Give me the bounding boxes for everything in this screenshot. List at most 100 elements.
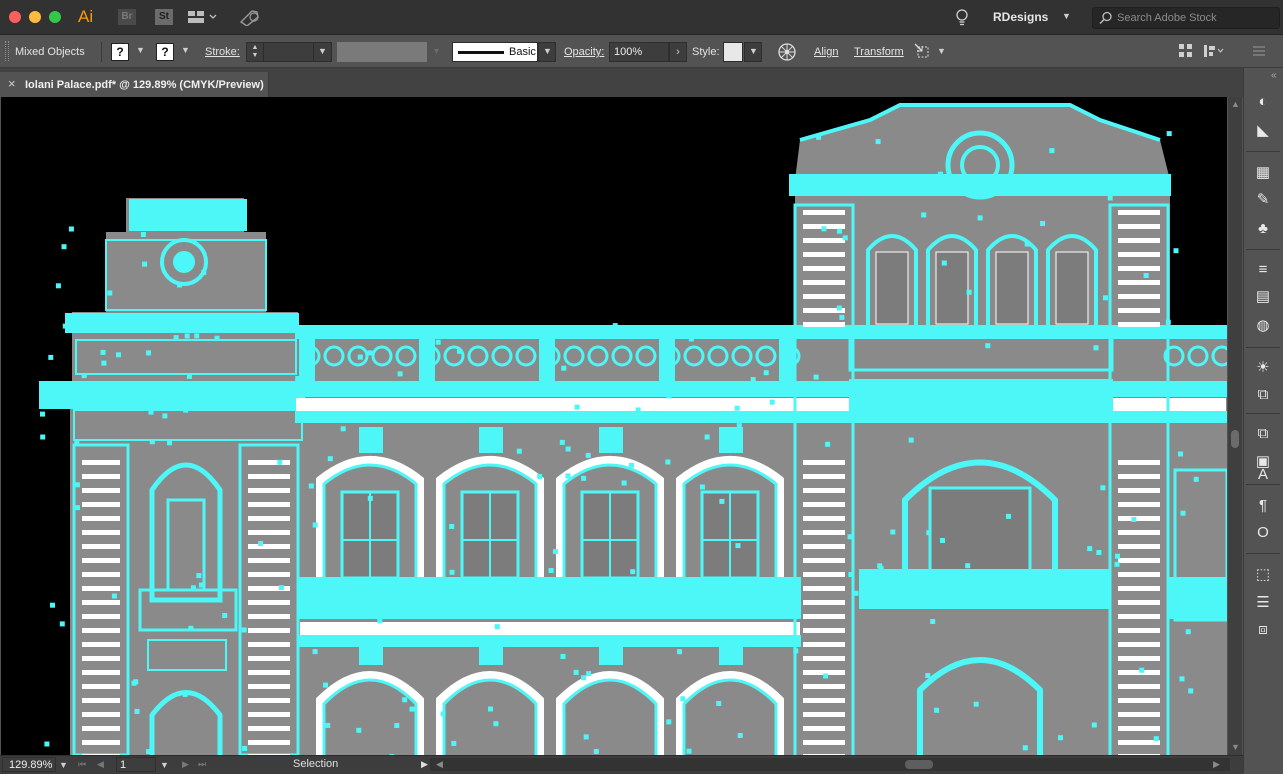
stroke-color-dropdown-icon[interactable]: ▼ bbox=[181, 45, 190, 55]
graphic-styles-icon[interactable]: ⧉ bbox=[1251, 385, 1275, 405]
swatches-icon[interactable]: ▦ bbox=[1251, 163, 1275, 183]
arrange-button[interactable] bbox=[1204, 44, 1224, 58]
anchor-point bbox=[423, 353, 429, 359]
fill-dropdown-icon[interactable]: ▼ bbox=[136, 45, 145, 55]
anchor-point bbox=[593, 749, 599, 754]
color-icon[interactable]: ◐ bbox=[1251, 92, 1275, 112]
variable-width-profile[interactable] bbox=[337, 42, 427, 62]
close-tab-icon[interactable]: × bbox=[8, 76, 16, 92]
stroke-swatch[interactable]: ? bbox=[156, 43, 174, 61]
transform-panel-link[interactable]: Transform bbox=[854, 43, 904, 61]
tower-window bbox=[1055, 251, 1089, 325]
anchor-point bbox=[451, 740, 457, 746]
scroll-up-icon[interactable]: ▲ bbox=[1231, 99, 1240, 109]
style-dropdown-button[interactable]: ▼ bbox=[744, 42, 762, 62]
pathfinder-icon[interactable]: ⧈ bbox=[1251, 620, 1275, 640]
recolor-artwork-button[interactable] bbox=[777, 42, 797, 62]
transform-options-button[interactable] bbox=[914, 43, 934, 61]
search-adobe-stock-field[interactable]: Search Adobe Stock bbox=[1092, 7, 1280, 29]
align-icon[interactable]: ☰ bbox=[1251, 593, 1275, 613]
align-to-grid-button[interactable] bbox=[1179, 44, 1193, 58]
brush-definition-field[interactable]: Basic bbox=[452, 42, 538, 62]
anchor-point bbox=[940, 538, 945, 543]
lightbulb-icon bbox=[956, 9, 968, 26]
layers-icon[interactable]: ⧉ bbox=[1251, 424, 1275, 444]
scroll-down-icon[interactable]: ▼ bbox=[1231, 742, 1240, 752]
last-artboard-button[interactable]: ⏭ bbox=[198, 757, 206, 771]
stroke-icon[interactable]: ≡ bbox=[1251, 260, 1275, 280]
brushes-icon[interactable]: ✎ bbox=[1251, 190, 1275, 210]
zoom-window-button[interactable] bbox=[49, 11, 61, 23]
transparency-icon[interactable]: ◍ bbox=[1251, 316, 1275, 336]
opacity-field[interactable]: 100% bbox=[609, 42, 669, 62]
previous-artboard-button[interactable]: ◀ bbox=[97, 757, 104, 771]
symbols-icon[interactable]: ♣ bbox=[1251, 219, 1275, 239]
anchor-point bbox=[606, 389, 612, 395]
status-menu-arrow-icon[interactable]: ▶ bbox=[421, 757, 428, 771]
anchor-point bbox=[325, 722, 331, 728]
close-window-button[interactable] bbox=[9, 11, 21, 23]
zoom-field[interactable]: 129.89% bbox=[2, 757, 56, 772]
horizontal-scroll-thumb[interactable] bbox=[905, 760, 933, 769]
gradient-icon[interactable]: ▤ bbox=[1251, 287, 1275, 307]
transform-icon[interactable]: ⬚ bbox=[1251, 565, 1275, 585]
horizontal-scrollbar[interactable]: ◀ ▶ bbox=[430, 758, 1230, 771]
stroke-weight-field[interactable]: ▲ ▼ ▼ bbox=[246, 42, 332, 62]
color-guide-icon[interactable]: ◣ bbox=[1251, 121, 1275, 141]
character-icon[interactable]: A bbox=[1251, 465, 1275, 485]
rustication-band bbox=[82, 460, 120, 465]
vertical-scrollbar[interactable] bbox=[1228, 97, 1242, 755]
gpu-performance-button[interactable] bbox=[238, 8, 262, 27]
fill-swatch[interactable]: ? bbox=[111, 43, 129, 61]
stroke-panel-link[interactable]: Stroke: bbox=[205, 43, 240, 61]
stock-button[interactable]: St bbox=[155, 9, 173, 25]
chevron-down-icon[interactable]: ▼ bbox=[318, 46, 327, 56]
palace-facade-artwork[interactable] bbox=[1, 97, 1227, 755]
anchor-point bbox=[977, 572, 983, 578]
document-tab[interactable]: × Iolani Palace.pdf* @ 129.89% (CMYK/Pre… bbox=[0, 72, 269, 97]
rustication-band bbox=[1118, 558, 1160, 563]
paragraph-icon[interactable]: ¶ bbox=[1251, 496, 1275, 516]
collapse-panels-icon[interactable]: « bbox=[1271, 70, 1277, 81]
rustication-band bbox=[82, 600, 120, 605]
artboard-dropdown-icon[interactable]: ▼ bbox=[160, 760, 169, 770]
scroll-right-icon[interactable]: ▶ bbox=[1213, 759, 1220, 770]
opentype-icon[interactable]: O bbox=[1251, 523, 1275, 543]
opacity-panel-link[interactable]: Opacity: bbox=[564, 43, 604, 61]
arrange-documents-button[interactable] bbox=[188, 10, 218, 24]
minimize-window-button[interactable] bbox=[29, 11, 41, 23]
current-tool-label: Selection bbox=[293, 758, 339, 770]
anchor-point bbox=[890, 529, 896, 535]
anchor-point bbox=[548, 568, 554, 573]
vertical-scroll-thumb[interactable] bbox=[1231, 430, 1239, 448]
anchor-point bbox=[162, 413, 168, 419]
anchor-point bbox=[977, 215, 983, 221]
bridge-button[interactable]: Br bbox=[118, 9, 136, 25]
anchor-point bbox=[1193, 476, 1199, 482]
anchor-point bbox=[1058, 735, 1063, 741]
next-artboard-button[interactable]: ▶ bbox=[182, 757, 189, 771]
control-bar-menu-button[interactable] bbox=[1253, 45, 1265, 57]
learn-lightbulb-button[interactable] bbox=[953, 8, 971, 26]
anchor-point bbox=[68, 226, 74, 232]
graphic-style-swatch[interactable] bbox=[723, 42, 743, 62]
stepper-icon[interactable]: ▲ ▼ bbox=[249, 44, 261, 60]
rustication-band bbox=[1118, 656, 1160, 661]
workspace-switcher[interactable]: RDesigns bbox=[993, 9, 1048, 25]
anchor-point bbox=[965, 563, 971, 569]
zoom-dropdown-icon[interactable]: ▼ bbox=[59, 760, 68, 770]
brush-dropdown-button[interactable]: ▼ bbox=[538, 42, 556, 62]
first-artboard-button[interactable]: ⏮ bbox=[78, 757, 86, 771]
artboard-number-field[interactable]: 1 bbox=[116, 757, 156, 772]
appearance-icon[interactable]: ☀ bbox=[1251, 358, 1275, 378]
artboard-canvas[interactable] bbox=[1, 97, 1227, 755]
anchor-point bbox=[1172, 333, 1178, 339]
anchor-point bbox=[146, 350, 151, 356]
chevron-down-icon[interactable]: ▼ bbox=[937, 46, 946, 56]
anchor-point bbox=[1139, 667, 1145, 673]
opacity-slider-button[interactable]: › bbox=[669, 42, 687, 62]
control-bar-grip[interactable] bbox=[5, 41, 9, 61]
align-panel-link[interactable]: Align bbox=[814, 43, 838, 61]
scroll-left-icon[interactable]: ◀ bbox=[436, 759, 443, 770]
rustication-band bbox=[1118, 294, 1160, 299]
